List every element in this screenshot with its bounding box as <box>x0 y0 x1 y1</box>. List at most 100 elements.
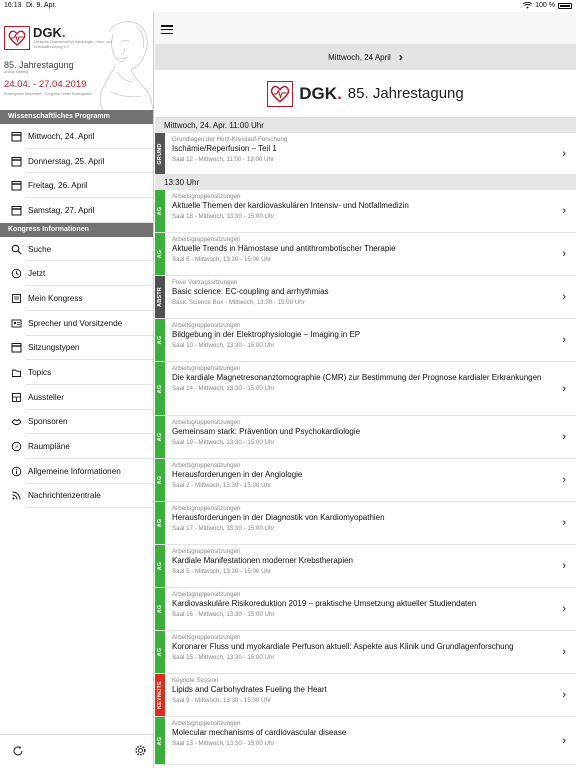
sidebar-item-friday[interactable]: Freitag, 26. April <box>0 173 153 198</box>
time-header: 13:30 Uhr <box>155 175 576 190</box>
session-row[interactable]: ABSTR Freie Vortragssitzungen Basic scie… <box>155 276 576 319</box>
header-title: 85. Jahrestagung <box>347 85 464 102</box>
session-row[interactable]: AG Arbeitsgruppensitzungen Herausforderu… <box>155 459 576 502</box>
sidebar-item-label: Raumpläne <box>28 442 70 452</box>
session-meta: Saal 12 - Mittwoch, 11:00 - 13:00 Uhr <box>172 155 275 163</box>
sidebar-item-label: Sprecher und Vorsitzende <box>28 318 123 328</box>
settings-gear-icon[interactable] <box>134 744 147 762</box>
session-title: Kardiovaskuläre Risikoreduktion 2019 – p… <box>172 599 477 608</box>
session-type-tag: AG <box>155 362 165 415</box>
session-meta: Saal 18 - Mittwoch, 13:30 - 15:00 Uhr <box>172 212 275 220</box>
sidebar-item-saturday[interactable]: Samstag, 27. April <box>0 198 153 223</box>
sidebar-item-my-congress[interactable]: Mein Kongress <box>0 286 153 311</box>
banner-annual: Annual Meeting <box>4 70 29 74</box>
info-icon <box>10 465 22 477</box>
calendar-icon <box>10 155 22 167</box>
session-type-tag: AG <box>155 717 165 764</box>
session-row[interactable]: AG Arbeitsgruppensitzungen Aktuelle Them… <box>155 190 576 233</box>
session-category: Arbeitsgruppensitzungen <box>172 720 241 727</box>
sidebar-item-label: Aussteller <box>28 392 64 402</box>
hamburger-menu-icon[interactable] <box>161 25 173 35</box>
chevron-right-icon: › <box>562 147 566 160</box>
congress-banner: DGK. Deutsche Gesellschaft für Kardiolog… <box>0 12 153 110</box>
banner-brand: DGK. <box>33 25 66 40</box>
sidebar-item-search[interactable]: Suche <box>0 237 153 262</box>
session-category: Arbeitsgruppensitzungen <box>172 365 241 372</box>
sidebar-item-sponsors[interactable]: Sponsoren <box>0 410 153 435</box>
session-title: Basic science: EC-coupling and arrhythmi… <box>172 287 329 296</box>
session-category: Keynote Session <box>172 677 219 684</box>
clock-icon <box>10 268 22 280</box>
main-content: Mittwoch, 24 April › DGK. 85. Jahrestagu… <box>155 12 576 768</box>
calendar-icon <box>10 130 22 142</box>
sidebar-item-session-types[interactable]: Sitzungstypen <box>0 336 153 361</box>
session-meta: Saal 5 - Mittwoch, 13:30 - 15:00 Uhr <box>172 567 272 575</box>
refresh-icon[interactable] <box>12 744 24 762</box>
sidebar-item-label: Topics <box>28 368 52 378</box>
battery-icon <box>558 2 572 9</box>
status-time: 16:13 <box>4 2 22 9</box>
session-row[interactable]: GRUND Grundlagen der Herz-Kreislauf-Fors… <box>155 133 576 175</box>
session-title: Bildgebung in der Elektrophysiologie – I… <box>172 330 361 339</box>
session-row[interactable]: AG Arbeitsgruppensitzungen Koronarer Flu… <box>155 631 576 674</box>
session-meta: Saal 19 - Mittwoch, 13:30 - 15:00 Uhr <box>172 438 275 446</box>
my-congress-icon <box>10 292 22 304</box>
sidebar-item-speakers[interactable]: Sprecher und Vorsitzende <box>0 311 153 336</box>
chevron-right-icon: › <box>562 382 566 395</box>
session-meta: Saal 15 - Mittwoch, 13:30 - 15:00 Uhr <box>172 653 275 661</box>
chevron-right-icon[interactable]: › <box>399 50 403 64</box>
status-right: 100 % <box>523 2 572 9</box>
session-category: Grundlagen der Herz-Kreislauf-Forschung <box>172 136 288 143</box>
sponsors-icon <box>10 416 22 428</box>
exhibitors-icon <box>10 391 22 403</box>
sidebar-item-thursday[interactable]: Donnerstag, 25. April <box>0 149 153 174</box>
session-type-tag: AG <box>155 190 165 232</box>
session-category: Arbeitsgruppensitzungen <box>172 462 241 469</box>
sidebar-item-news[interactable]: Nachrichtenzentrale <box>0 484 153 509</box>
chevron-right-icon: › <box>562 603 566 615</box>
session-row[interactable]: AG Arbeitsgruppensitzungen Gemeinsam sta… <box>155 416 576 459</box>
chevron-right-icon: › <box>562 517 566 529</box>
session-meta: Saal 10 - Mittwoch, 13:30 - 15:00 Uhr <box>172 341 275 349</box>
chevron-right-icon: › <box>562 205 566 217</box>
session-category: Arbeitsgruppensitzungen <box>172 634 241 641</box>
search-icon <box>10 243 22 255</box>
session-row[interactable]: AG Arbeitsgruppensitzungen Molecular mec… <box>155 717 576 765</box>
sidebar-item-general-info[interactable]: Allgemeine Informationen <box>0 459 153 484</box>
session-type-tag: KEYNOTE <box>155 674 165 716</box>
session-type-tag: AG <box>155 233 165 275</box>
sidebar-item-room-plans[interactable]: Raumpläne <box>0 434 153 459</box>
chevron-right-icon: › <box>562 689 566 701</box>
banner-venue: Rosengarten Mannheim · Congress Center R… <box>4 92 92 96</box>
sidebar-item-label: Mittwoch, 24. April <box>28 131 95 141</box>
session-row[interactable]: AG Arbeitsgruppensitzungen Kardiale Mani… <box>155 545 576 588</box>
session-row[interactable]: AG Arbeitsgruppensitzungen Aktuelle Tren… <box>155 233 576 276</box>
chevron-right-icon: › <box>562 431 566 443</box>
session-row[interactable]: AG Arbeitsgruppensitzungen Kardiovaskulä… <box>155 588 576 631</box>
session-category: Freie Vortragssitzungen <box>172 279 238 286</box>
heart-logo-icon <box>267 80 294 107</box>
chevron-right-icon: › <box>562 334 566 346</box>
topics-icon <box>10 367 22 379</box>
session-title: Molecular mechanisms of cardiovascular d… <box>172 728 347 737</box>
session-title: Die kardiale Magnetresonanztomographie (… <box>172 373 542 382</box>
session-row[interactable]: KEYNOTE Keynote Session Lipids and Carbo… <box>155 674 576 717</box>
session-category: Arbeitsgruppensitzungen <box>172 193 241 200</box>
sidebar-item-topics[interactable]: Topics <box>0 360 153 385</box>
session-type-tag: AG <box>155 416 165 458</box>
sidebar-item-exhibitors[interactable]: Aussteller <box>0 385 153 410</box>
chevron-right-icon: › <box>562 560 566 572</box>
sidebar-item-wednesday[interactable]: Mittwoch, 24. April <box>0 124 153 149</box>
calendar-icon <box>10 204 22 216</box>
day-navigator[interactable]: Mittwoch, 24 April › <box>155 44 576 70</box>
session-title: Kardiale Manifestationen moderner Krebst… <box>172 556 353 565</box>
banner-dates: 24.04. - 27.04.2019 <box>4 79 87 90</box>
chevron-right-icon: › <box>562 474 566 486</box>
chevron-right-icon: › <box>562 734 566 747</box>
session-title: Koronarer Fluss und myokardiale Perfuson… <box>172 642 514 651</box>
sidebar-item-label: Sitzungstypen <box>28 343 80 353</box>
session-row[interactable]: AG Arbeitsgruppensitzungen Bildgebung in… <box>155 319 576 362</box>
sidebar-item-now[interactable]: Jetzt <box>0 261 153 286</box>
session-row[interactable]: AG Arbeitsgruppensitzungen Herausforderu… <box>155 502 576 545</box>
session-row[interactable]: AG Arbeitsgruppensitzungen Die kardiale … <box>155 362 576 416</box>
